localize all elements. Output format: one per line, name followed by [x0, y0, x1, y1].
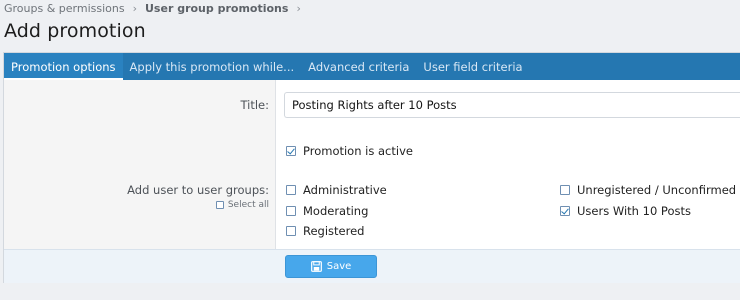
title-label: Title:: [240, 98, 269, 112]
checkbox-icon: [560, 185, 570, 195]
group-label: Unregistered / Unconfirmed: [577, 183, 737, 197]
select-all-checkbox[interactable]: Select all: [215, 200, 269, 210]
group-label: Registered: [303, 224, 365, 238]
group-checkbox-users-with-10-posts[interactable]: Users With 10 Posts: [560, 204, 691, 218]
page-title: Add promotion: [4, 20, 146, 42]
promotion-active-checkbox[interactable]: Promotion is active: [286, 144, 413, 158]
group-label: Moderating: [303, 204, 369, 218]
tab-user-field-criteria[interactable]: User field criteria: [416, 53, 529, 80]
form-body: Title: Add user to user groups: Select a…: [4, 80, 740, 249]
group-checkbox-moderating[interactable]: Moderating: [286, 204, 368, 218]
group-label: Users With 10 Posts: [577, 204, 691, 218]
group-checkbox-administrative[interactable]: Administrative: [286, 183, 387, 197]
save-icon: [310, 261, 322, 272]
checkbox-icon: [286, 185, 296, 195]
group-checkbox-registered[interactable]: Registered: [286, 224, 364, 238]
tab-advanced-criteria[interactable]: Advanced criteria: [301, 53, 416, 80]
tab-bar: Promotion options Apply this promotion w…: [4, 53, 740, 80]
checkbox-icon: [286, 206, 296, 216]
user-groups-label: Add user to user groups:: [127, 183, 269, 197]
checkbox-checked-icon: [286, 146, 296, 156]
breadcrumb: Groups & permissions › User group promot…: [4, 1, 309, 15]
title-input[interactable]: [284, 92, 740, 118]
breadcrumb-item-groups-permissions[interactable]: Groups & permissions: [4, 2, 125, 15]
select-all-label: Select all: [227, 200, 269, 210]
checkbox-icon: [215, 201, 224, 209]
tab-promotion-options[interactable]: Promotion options: [4, 53, 123, 80]
label-column: Title: Add user to user groups: Select a…: [4, 80, 276, 249]
form-footer: Save: [4, 249, 740, 283]
breadcrumb-separator: ›: [296, 1, 301, 15]
save-label: Save: [326, 261, 352, 272]
save-button[interactable]: Save: [285, 255, 377, 278]
group-checkbox-unregistered-unconfirmed[interactable]: Unregistered / Unconfirmed: [560, 183, 736, 197]
breadcrumb-separator: ›: [132, 1, 137, 15]
checkbox-checked-icon: [560, 206, 570, 216]
breadcrumb-item-user-group-promotions[interactable]: User group promotions: [145, 2, 288, 15]
group-label: Administrative: [303, 183, 387, 197]
tab-apply-this-promotion-while[interactable]: Apply this promotion while...: [123, 53, 302, 80]
promotion-active-label: Promotion is active: [303, 144, 413, 158]
promotion-form-panel: Promotion options Apply this promotion w…: [3, 52, 740, 283]
checkbox-icon: [286, 226, 296, 236]
